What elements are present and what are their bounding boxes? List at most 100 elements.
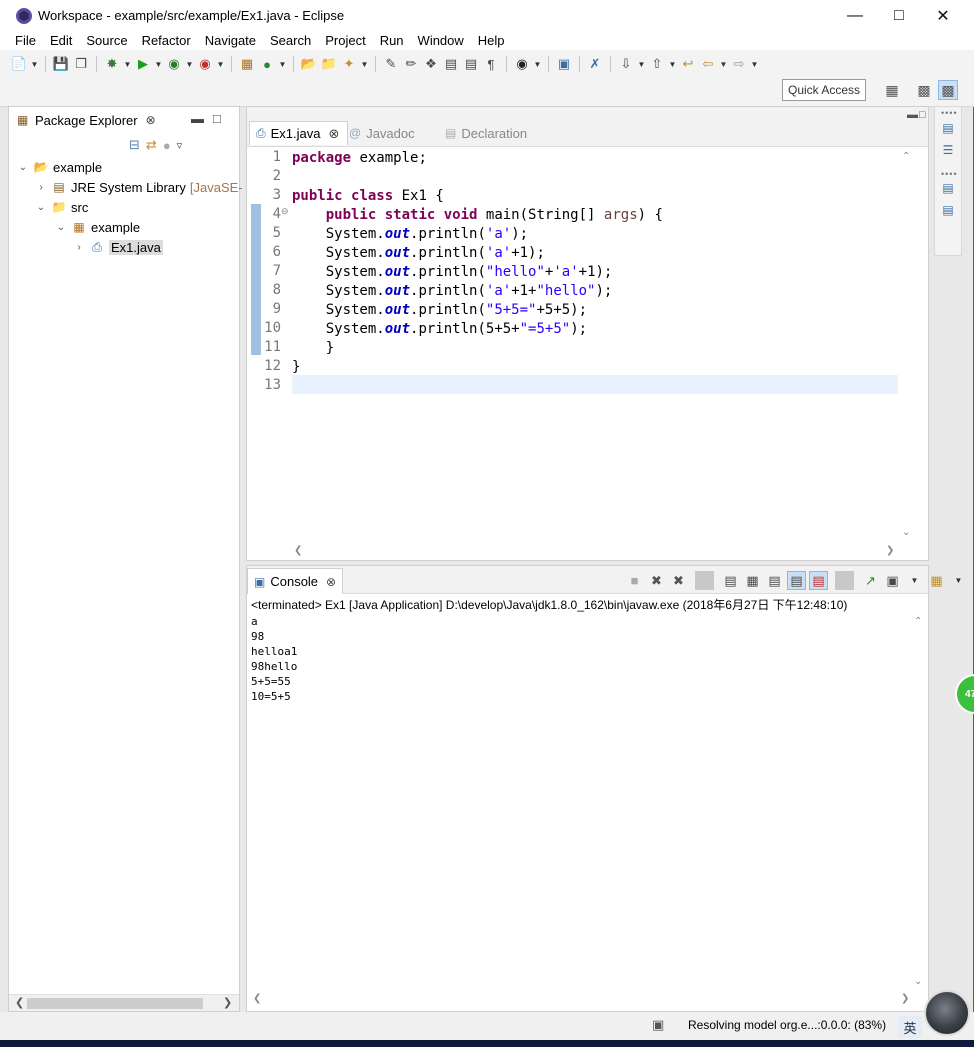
- menu-edit[interactable]: Edit: [43, 33, 79, 48]
- paragraph-icon[interactable]: ¶: [482, 55, 500, 73]
- display-selected-console-icon[interactable]: ▣: [883, 571, 902, 590]
- next-annotation-dropdown-icon[interactable]: ▼: [637, 55, 646, 73]
- expand-arrow-icon[interactable]: ›: [73, 242, 85, 253]
- debug-dropdown-icon[interactable]: ▼: [123, 55, 132, 73]
- open-task-icon[interactable]: 📁: [320, 55, 338, 73]
- run-icon[interactable]: ▶: [134, 55, 152, 73]
- scroll-up-icon[interactable]: ⌃: [902, 151, 910, 162]
- show-on-stderr-icon[interactable]: ▤: [809, 571, 828, 590]
- external-tools-dropdown-icon[interactable]: ▼: [216, 55, 225, 73]
- remove-launch-icon[interactable]: ✖: [647, 571, 666, 590]
- save-icon[interactable]: 💾: [52, 55, 70, 73]
- debug-icon[interactable]: ✸: [103, 55, 121, 73]
- menu-run[interactable]: Run: [373, 33, 411, 48]
- previous-annotation-icon[interactable]: ⇧: [648, 55, 666, 73]
- word-wrap-icon[interactable]: ▤: [765, 571, 784, 590]
- scroll-thumb[interactable]: [27, 998, 203, 1009]
- tab-ex1-java[interactable]: ⎙ Ex1.java ⊗: [249, 121, 349, 145]
- scroll-left-icon[interactable]: ❮: [15, 996, 24, 1009]
- display-console-dropdown-icon[interactable]: ▼: [905, 571, 924, 590]
- drag-handle[interactable]: ••••: [941, 169, 958, 179]
- coverage-icon[interactable]: ◉: [165, 55, 183, 73]
- quick-access-field[interactable]: Quick Access: [782, 79, 866, 101]
- previous-annotation-dropdown-icon[interactable]: ▼: [668, 55, 677, 73]
- package-explorer-hscrollbar[interactable]: ❮ ❯: [9, 994, 239, 1011]
- scroll-right-icon[interactable]: ❯: [223, 996, 232, 1009]
- menu-project[interactable]: Project: [318, 33, 372, 48]
- tab-declaration[interactable]: ▤ Declaration: [445, 121, 527, 145]
- new-dropdown-icon[interactable]: ▼: [30, 55, 39, 73]
- tree-node-jre-library[interactable]: › ▤ JRE System Library [JavaSE-: [35, 177, 242, 197]
- tree-node-src[interactable]: ⌄ 📁 src: [35, 197, 89, 217]
- toggle-mark-occurrences-icon[interactable]: ✎: [382, 55, 400, 73]
- tab-console[interactable]: ▣ Console ⊗: [247, 568, 344, 594]
- back-dropdown-icon[interactable]: ▼: [719, 55, 728, 73]
- outline-view-icon[interactable]: ☰: [939, 141, 957, 159]
- toggle-block-selection-icon[interactable]: ✏: [402, 55, 420, 73]
- java-ee-perspective-icon[interactable]: ▩: [914, 80, 934, 100]
- toggle-breadcrumb-icon[interactable]: ❖: [422, 55, 440, 73]
- terminate-icon[interactable]: ■: [625, 571, 644, 590]
- forward-dropdown-icon[interactable]: ▼: [750, 55, 759, 73]
- avatar[interactable]: [924, 990, 970, 1036]
- remove-all-terminated-icon[interactable]: ✖: [669, 571, 688, 590]
- menu-source[interactable]: Source: [79, 33, 134, 48]
- close-button[interactable]: ✕: [920, 0, 966, 31]
- expand-arrow-icon[interactable]: ⌄: [55, 222, 67, 233]
- profile-dropdown-icon[interactable]: ▼: [533, 55, 542, 73]
- clear-console-icon[interactable]: ▤: [721, 571, 740, 590]
- open-console-icon[interactable]: ▦: [927, 571, 946, 590]
- tree-node-package-example[interactable]: ⌄ ▦ example: [55, 217, 140, 237]
- close-tab-icon[interactable]: ⊗: [146, 113, 156, 127]
- editor-hscrollbar[interactable]: ❮ ❯: [292, 544, 898, 560]
- next-annotation-icon[interactable]: ⇩: [617, 55, 635, 73]
- ime-indicator[interactable]: 英: [898, 1016, 922, 1038]
- new-class-dropdown-icon[interactable]: ▼: [278, 55, 287, 73]
- profile-icon[interactable]: ◉: [513, 55, 531, 73]
- open-perspective-icon[interactable]: ▦: [882, 80, 902, 100]
- show-on-stdout-icon[interactable]: ▤: [787, 571, 806, 590]
- new-java-project-icon[interactable]: ▦: [238, 55, 256, 73]
- open-type-icon[interactable]: 📂: [300, 55, 318, 73]
- expand-arrow-icon[interactable]: ⌄: [35, 202, 47, 213]
- forward-icon[interactable]: ⇨: [730, 55, 748, 73]
- menu-navigate[interactable]: Navigate: [198, 33, 263, 48]
- external-tools-icon[interactable]: ◉: [196, 55, 214, 73]
- maximize-button[interactable]: □: [876, 0, 922, 31]
- console-vscrollbar[interactable]: ⌃ ⌄: [912, 614, 926, 989]
- tree-node-ex1-java[interactable]: › ⎙ Ex1.java: [73, 237, 163, 257]
- maximize-view-icon[interactable]: □: [213, 111, 221, 126]
- progress-icon[interactable]: ▣: [652, 1017, 670, 1033]
- expand-arrow-icon[interactable]: ›: [35, 182, 47, 193]
- run-dropdown-icon[interactable]: ▼: [154, 55, 163, 73]
- tree-node-project-example[interactable]: ⌄ 📂 example: [17, 157, 102, 177]
- save-all-icon[interactable]: ❐: [72, 55, 90, 73]
- menu-file[interactable]: File: [8, 33, 43, 48]
- scroll-left-icon[interactable]: ❮: [253, 993, 261, 1004]
- expand-arrow-icon[interactable]: ⌄: [17, 162, 29, 173]
- back-icon[interactable]: ⇦: [699, 55, 717, 73]
- java-perspective-icon[interactable]: ▩: [938, 80, 958, 100]
- link-with-editor-icon[interactable]: ⇄: [146, 137, 157, 153]
- menu-window[interactable]: Window: [411, 33, 471, 48]
- scroll-right-icon[interactable]: ❯: [886, 545, 894, 556]
- scroll-lock-icon[interactable]: ▦: [743, 571, 762, 590]
- console-hscrollbar[interactable]: ❮ ❯: [251, 993, 911, 1007]
- scroll-right-icon[interactable]: ❯: [901, 993, 909, 1004]
- restore-view-icon[interactable]: ▤: [939, 119, 957, 137]
- task-list-icon[interactable]: ▤: [939, 201, 957, 219]
- fold-toggle-icon[interactable]: ⊖: [281, 206, 289, 217]
- last-edit-location-icon[interactable]: ↩: [679, 55, 697, 73]
- collapse-all-icon[interactable]: ⊟: [129, 137, 140, 153]
- coverage-dropdown-icon[interactable]: ▼: [185, 55, 194, 73]
- menu-help[interactable]: Help: [471, 33, 512, 48]
- close-tab-icon[interactable]: ⊗: [326, 575, 336, 589]
- scroll-down-icon[interactable]: ⌄: [914, 976, 922, 987]
- pin-console-icon[interactable]: ↗: [861, 571, 880, 590]
- maximize-view-icon[interactable]: □: [919, 109, 926, 121]
- menu-search[interactable]: Search: [263, 33, 318, 48]
- scroll-left-icon[interactable]: ❮: [294, 545, 302, 556]
- close-tab-icon[interactable]: ⊗: [328, 126, 339, 142]
- view-menu-icon[interactable]: ▿: [177, 139, 183, 152]
- search-dropdown-icon[interactable]: ▼: [360, 55, 369, 73]
